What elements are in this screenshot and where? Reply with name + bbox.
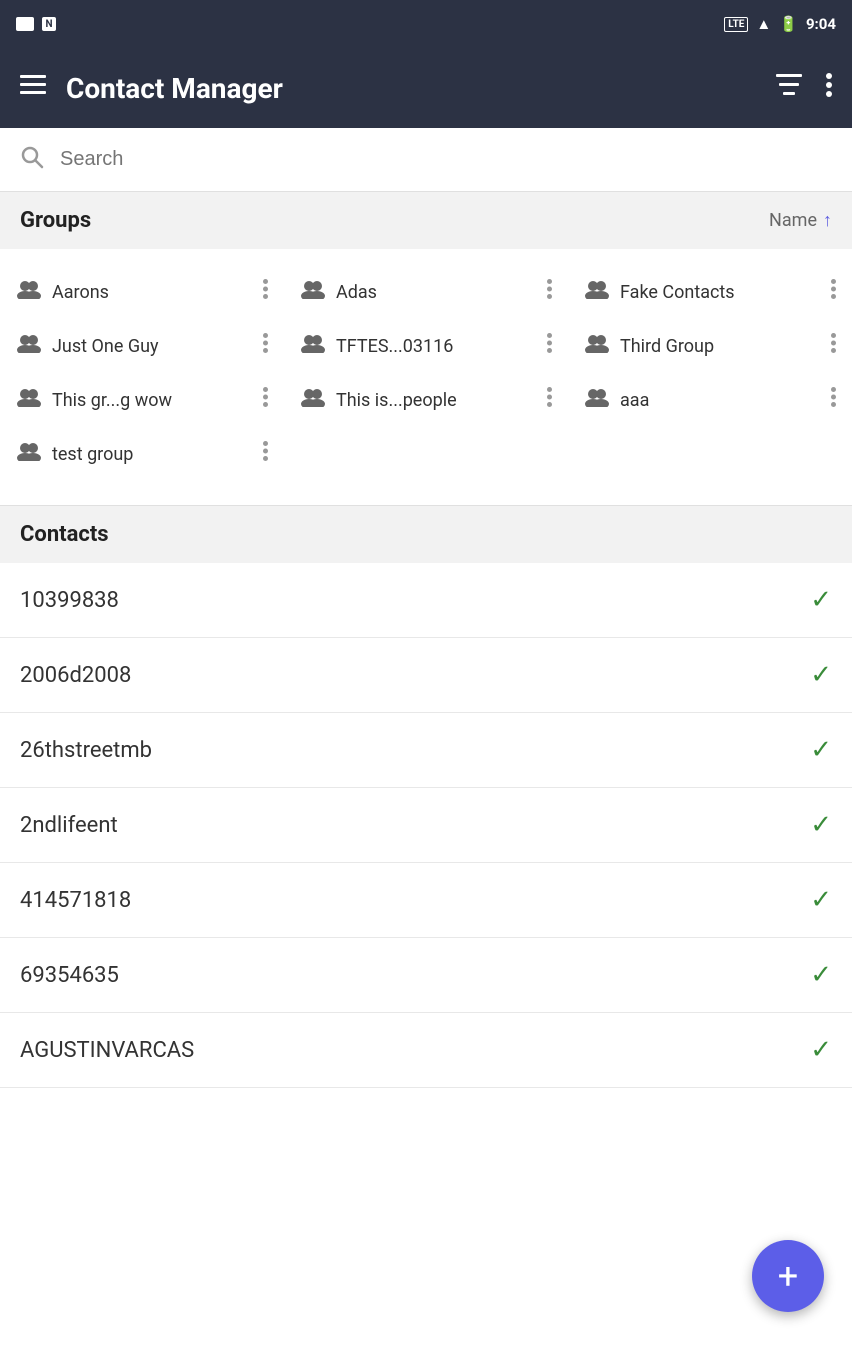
- check-icon: ✓: [810, 885, 832, 915]
- group-icon: [584, 333, 610, 359]
- group-name: Aarons: [52, 282, 253, 303]
- more-options-icon[interactable]: [826, 73, 832, 103]
- group-more-icon[interactable]: [831, 279, 836, 305]
- contact-name: 69354635: [20, 963, 119, 988]
- group-item[interactable]: This is...people: [284, 373, 568, 427]
- search-icon: [20, 145, 44, 175]
- group-icon: [16, 279, 42, 305]
- group-icon: [16, 387, 42, 413]
- contact-item[interactable]: 69354635 ✓: [0, 938, 852, 1013]
- group-name: aaa: [620, 390, 821, 411]
- sort-label-text: Name: [769, 210, 817, 231]
- search-bar: [0, 128, 852, 192]
- contact-name: 414571818: [20, 888, 131, 913]
- group-more-icon[interactable]: [263, 279, 268, 305]
- check-icon: ✓: [810, 810, 832, 840]
- group-item[interactable]: Fake Contacts: [568, 265, 852, 319]
- group-item[interactable]: aaa: [568, 373, 852, 427]
- check-icon: ✓: [810, 660, 832, 690]
- lte-icon: LTE: [724, 17, 748, 32]
- notification-icon: N: [42, 17, 56, 31]
- group-name: Adas: [336, 282, 537, 303]
- contact-item[interactable]: 414571818 ✓: [0, 863, 852, 938]
- hamburger-menu-icon[interactable]: [20, 75, 46, 101]
- status-bar: N LTE ▲ 🔋 9:04: [0, 0, 852, 48]
- sd-card-icon: [16, 17, 34, 31]
- status-bar-right: LTE ▲ 🔋 9:04: [724, 15, 836, 33]
- sort-arrow-icon: ↑: [823, 210, 832, 231]
- group-icon: [300, 279, 326, 305]
- group-more-icon[interactable]: [831, 333, 836, 359]
- contacts-section-title: Contacts: [20, 522, 109, 547]
- check-icon: ✓: [810, 1035, 832, 1065]
- group-item[interactable]: Adas: [284, 265, 568, 319]
- group-item[interactable]: This gr...g wow: [0, 373, 284, 427]
- signal-icon: ▲: [756, 15, 771, 33]
- contact-name: 10399838: [20, 588, 119, 613]
- group-more-icon[interactable]: [263, 333, 268, 359]
- check-icon: ✓: [810, 960, 832, 990]
- group-more-icon[interactable]: [831, 387, 836, 413]
- app-bar: Contact Manager: [0, 48, 852, 128]
- contacts-section-header: Contacts: [0, 505, 852, 563]
- group-name: Fake Contacts: [620, 282, 821, 303]
- group-name: test group: [52, 444, 253, 465]
- contact-name: 26thstreetmb: [20, 738, 152, 763]
- contact-item[interactable]: 26thstreetmb ✓: [0, 713, 852, 788]
- group-name: Third Group: [620, 336, 821, 357]
- group-more-icon[interactable]: [263, 387, 268, 413]
- group-item[interactable]: TFTES...03116: [284, 319, 568, 373]
- group-icon: [16, 441, 42, 467]
- group-name: This is...people: [336, 390, 537, 411]
- app-bar-icons: [776, 73, 832, 103]
- groups-grid: Aarons Adas: [0, 249, 852, 497]
- filter-icon[interactable]: [776, 74, 802, 102]
- contact-item[interactable]: AGUSTINVARCAS ✓: [0, 1013, 852, 1088]
- group-icon: [584, 387, 610, 413]
- group-icon: [16, 333, 42, 359]
- group-more-icon[interactable]: [263, 441, 268, 467]
- time-display: 9:04: [806, 15, 836, 33]
- group-name: TFTES...03116: [336, 336, 537, 357]
- contact-item[interactable]: 10399838 ✓: [0, 563, 852, 638]
- group-icon: [300, 333, 326, 359]
- search-input[interactable]: [60, 148, 832, 171]
- groups-section-header: Groups Name ↑: [0, 192, 852, 249]
- check-icon: ✓: [810, 735, 832, 765]
- battery-icon: 🔋: [779, 15, 798, 33]
- group-icon: [300, 387, 326, 413]
- group-name: Just One Guy: [52, 336, 253, 357]
- groups-section-title: Groups: [20, 208, 91, 233]
- contact-item[interactable]: 2ndlifeent ✓: [0, 788, 852, 863]
- contact-item[interactable]: 2006d2008 ✓: [0, 638, 852, 713]
- group-name: This gr...g wow: [52, 390, 253, 411]
- add-icon: +: [778, 1255, 798, 1297]
- add-contact-fab[interactable]: +: [752, 1240, 824, 1312]
- contact-name: 2006d2008: [20, 663, 131, 688]
- group-item[interactable]: test group: [0, 427, 284, 481]
- contact-name: AGUSTINVARCAS: [20, 1038, 194, 1063]
- contact-name: 2ndlifeent: [20, 813, 118, 838]
- sort-control[interactable]: Name ↑: [769, 210, 832, 231]
- group-item[interactable]: Just One Guy: [0, 319, 284, 373]
- app-title: Contact Manager: [66, 72, 756, 105]
- group-more-icon[interactable]: [547, 333, 552, 359]
- group-item[interactable]: Aarons: [0, 265, 284, 319]
- contacts-list: 10399838 ✓ 2006d2008 ✓ 26thstreetmb ✓ 2n…: [0, 563, 852, 1088]
- group-icon: [584, 279, 610, 305]
- group-more-icon[interactable]: [547, 279, 552, 305]
- status-bar-left: N: [16, 17, 56, 31]
- check-icon: ✓: [810, 585, 832, 615]
- group-item[interactable]: Third Group: [568, 319, 852, 373]
- group-more-icon[interactable]: [547, 387, 552, 413]
